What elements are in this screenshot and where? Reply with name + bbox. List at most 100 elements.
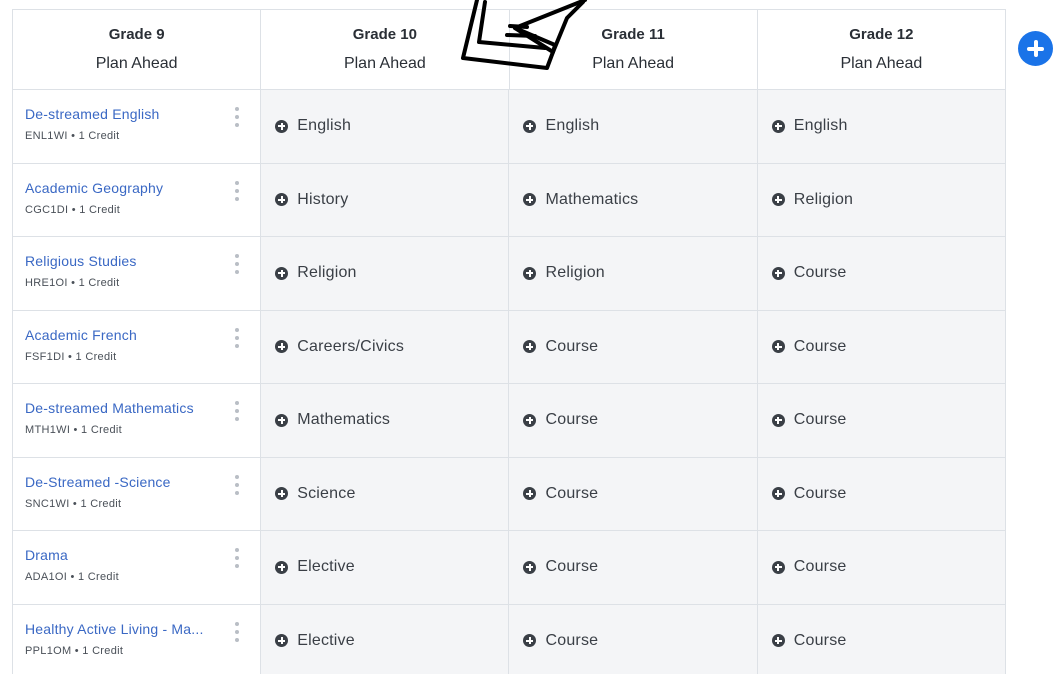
add-course-slot[interactable]: Mathematics	[509, 163, 758, 237]
course-name-link[interactable]: De-streamed English	[25, 106, 215, 122]
plus-circle-icon	[771, 266, 785, 280]
plan-ahead-label: Plan Ahead	[95, 55, 178, 72]
add-course-slot[interactable]: History	[261, 163, 510, 237]
course-card[interactable]: Academic Geography CGC1DI • 1 Credit	[13, 163, 262, 237]
kebab-menu-icon[interactable]	[234, 621, 240, 642]
course-name-link[interactable]: De-streamed Mathematics	[25, 400, 215, 416]
add-course-slot[interactable]: Course	[509, 310, 758, 384]
slot-label: English	[545, 117, 600, 135]
plus-circle-icon	[771, 413, 785, 427]
course-row: Drama ADA1OI • 1 Credit Elective Course Cour…	[13, 531, 1006, 605]
kebab-menu-icon[interactable]	[234, 474, 240, 495]
grade-10-header: Grade 10 Plan Ahead	[261, 10, 510, 90]
add-course-slot[interactable]: Course	[757, 237, 1006, 311]
kebab-menu-icon[interactable]	[234, 327, 240, 348]
add-course-slot[interactable]: Course	[757, 384, 1006, 458]
course-row: De-streamed English ENL1WI • 1 Credit Engl…	[13, 90, 1006, 164]
course-row: Healthy Active Living - Ma... PPL1OM • 1 …	[13, 604, 1006, 674]
kebab-menu-icon[interactable]	[234, 548, 240, 568]
kebab-menu-icon[interactable]	[234, 180, 240, 201]
course-rows: De-streamed English ENL1WI • 1 Credit Engl…	[13, 90, 1006, 674]
add-year-button[interactable]	[1018, 31, 1053, 66]
add-course-slot[interactable]: Elective	[261, 531, 510, 605]
kebab-menu-icon[interactable]	[234, 401, 240, 421]
slot-label: Course	[793, 264, 847, 282]
course-row: Academic Geography CGC1DI • 1 Credit Histo…	[13, 163, 1006, 237]
course-name-link[interactable]: Academic Geography	[25, 180, 215, 196]
course-name-link[interactable]: Drama	[25, 547, 215, 563]
course-card[interactable]: De-streamed English ENL1WI • 1 Credit	[13, 90, 262, 164]
add-course-slot[interactable]: English	[757, 90, 1006, 164]
grade-12-header: Grade 12 Plan Ahead	[757, 10, 1006, 90]
add-course-slot[interactable]: Mathematics	[261, 384, 510, 458]
add-course-slot[interactable]: Course	[509, 531, 758, 605]
course-card[interactable]: De-Streamed -Science SNC1WI • 1 Credit	[13, 457, 262, 531]
plus-circle-icon	[771, 487, 785, 501]
plus-circle-icon	[523, 266, 537, 280]
course-name-link[interactable]: Academic French	[25, 327, 215, 343]
plus-circle-icon	[523, 487, 537, 501]
grade-title: Grade 10	[352, 26, 417, 43]
slot-label: Mathematics	[297, 411, 391, 429]
plus-circle-icon	[275, 193, 289, 207]
course-row: De-Streamed -Science SNC1WI • 1 Credit Sci…	[13, 457, 1006, 531]
course-planner-grid: Grade 9 Plan Ahead Grade 10 Plan Ahead G…	[12, 9, 1006, 674]
slot-label: Religion	[545, 264, 605, 282]
add-course-slot[interactable]: Religion	[261, 237, 510, 311]
plus-circle-icon	[523, 340, 537, 354]
add-course-slot[interactable]: Course	[757, 310, 1006, 384]
slot-label: Course	[793, 411, 847, 429]
kebab-menu-icon[interactable]	[234, 107, 240, 127]
grade-11-header: Grade 11 Plan Ahead	[509, 10, 758, 90]
slot-label: Science	[297, 484, 356, 502]
plan-ahead-label: Plan Ahead	[343, 55, 426, 72]
plus-circle-icon	[275, 340, 289, 354]
add-course-slot[interactable]: Course	[509, 384, 758, 458]
slot-label: Course	[793, 337, 847, 355]
grade-9-header: Grade 9 Plan Ahead	[13, 10, 262, 90]
slot-label: Course	[793, 484, 847, 502]
add-course-slot[interactable]: Course	[757, 604, 1006, 674]
add-course-slot[interactable]: Course	[757, 457, 1006, 531]
add-course-slot[interactable]: Course	[509, 604, 758, 674]
add-course-slot[interactable]: Religion	[509, 237, 758, 311]
slot-label: Course	[545, 411, 599, 429]
add-course-slot[interactable]: English	[509, 90, 758, 164]
course-card[interactable]: Drama ADA1OI • 1 Credit	[13, 531, 262, 605]
course-row: Academic French FSF1DI • 1 Credit Careers/…	[13, 310, 1006, 384]
slot-label: English	[793, 117, 848, 135]
plus-circle-icon	[523, 413, 537, 427]
plus-circle-icon	[275, 560, 289, 574]
course-card[interactable]: De-streamed Mathematics MTH1WI • 1 Credit	[13, 384, 262, 458]
course-row: Religious Studies HRE1OI • 1 Credit Religi…	[13, 237, 1006, 311]
kebab-menu-icon[interactable]	[234, 254, 240, 274]
add-course-slot[interactable]: Religion	[757, 163, 1006, 237]
grade-header-row: Grade 9 Plan Ahead Grade 10 Plan Ahead G…	[13, 10, 1006, 90]
add-course-slot[interactable]: Science	[261, 457, 510, 531]
plus-circle-icon	[523, 119, 537, 133]
course-card[interactable]: Religious Studies HRE1OI • 1 Credit	[13, 237, 262, 311]
plus-circle-icon	[771, 340, 785, 354]
add-course-slot[interactable]: Course	[509, 457, 758, 531]
grade-title: Grade 12	[849, 26, 914, 43]
add-course-slot[interactable]: Course	[757, 531, 1006, 605]
slot-label: Course	[545, 558, 599, 576]
add-course-slot[interactable]: Careers/Civics	[261, 310, 510, 384]
course-row: De-streamed Mathematics MTH1WI • 1 Credit…	[13, 384, 1006, 458]
course-card[interactable]: Healthy Active Living - Ma... PPL1OM • 1 …	[13, 604, 262, 674]
course-code-credit: ENL1WI • 1 Credit	[25, 130, 120, 142]
add-course-slot[interactable]: English	[261, 90, 510, 164]
course-card[interactable]: Academic French FSF1DI • 1 Credit	[13, 310, 262, 384]
plan-ahead-label: Plan Ahead	[592, 55, 675, 72]
add-course-slot[interactable]: Elective	[261, 604, 510, 674]
course-code-credit: MTH1WI • 1 Credit	[25, 424, 122, 436]
slot-label: Course	[793, 558, 847, 576]
course-name-link[interactable]: De-Streamed -Science	[25, 474, 215, 490]
plus-circle-icon	[771, 634, 785, 648]
slot-label: Religion	[793, 190, 854, 208]
slot-label: Religion	[297, 264, 357, 282]
course-name-link[interactable]: Healthy Active Living - Ma...	[25, 621, 215, 637]
course-name-link[interactable]: Religious Studies	[25, 253, 215, 269]
course-code-credit: FSF1DI • 1 Credit	[25, 350, 117, 363]
slot-label: Mathematics	[545, 190, 639, 208]
